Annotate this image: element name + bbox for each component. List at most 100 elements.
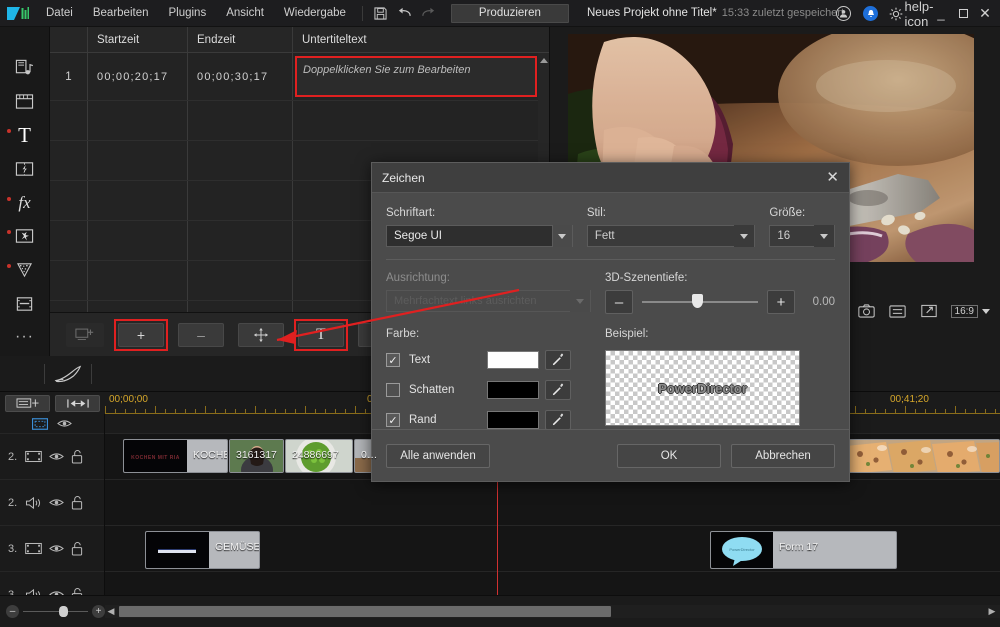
sidebar-item-transition-room[interactable]	[8, 154, 42, 184]
minimize-button[interactable]: _	[930, 0, 952, 27]
account-icon[interactable]	[836, 6, 851, 21]
chevron-down-icon[interactable]	[551, 225, 572, 247]
list-item[interactable]: GEMÜSEFIA	[145, 531, 260, 569]
list-item[interactable]: PowerDirector Form 17	[710, 531, 897, 569]
track-header-audio-2[interactable]: 2.	[0, 480, 104, 526]
ok-button[interactable]: OK	[617, 443, 721, 468]
popout-icon[interactable]	[916, 300, 942, 322]
sample-text: PowerDirector	[658, 380, 747, 396]
sidebar-item-subtitle-room[interactable]	[8, 289, 42, 319]
menu-wiedergabe[interactable]: Wiedergabe	[274, 0, 356, 27]
remove-subtitle-button[interactable]: –	[178, 322, 224, 347]
lane-audio-3[interactable]	[105, 572, 1000, 595]
zoom-slider-track[interactable]	[23, 606, 88, 617]
unlock-icon[interactable]	[71, 541, 83, 556]
sample-preview: PowerDirector	[605, 350, 800, 426]
sidebar-item-text-room[interactable]: T	[6, 120, 42, 150]
character-format-button[interactable]: T	[298, 322, 344, 347]
shadow-color-swatch[interactable]	[487, 381, 539, 399]
zoom-slider-knob[interactable]	[59, 606, 69, 617]
track-header-master[interactable]	[0, 414, 104, 434]
style-label: Stil:	[586, 207, 606, 219]
track-number: 3.	[8, 542, 18, 555]
snap-icon[interactable]	[55, 394, 100, 412]
menu-bearbeiten[interactable]: Bearbeiten	[83, 0, 159, 27]
eye-icon[interactable]	[49, 497, 64, 508]
sidebar-item-more-rooms[interactable]: ···	[8, 322, 42, 352]
text-color-checkbox[interactable]: ✓	[386, 353, 400, 367]
aspect-ratio-selector[interactable]: 16:9	[947, 301, 990, 321]
eyedropper-icon[interactable]	[545, 380, 571, 400]
redo-icon[interactable]	[417, 2, 441, 24]
depth-decrease-button[interactable]: –	[605, 290, 633, 314]
sidebar-item-overlay-room[interactable]	[6, 221, 42, 251]
subtitle-text-editor[interactable]: Doppelklicken Sie zum Bearbeiten	[295, 56, 537, 97]
text-color-swatch[interactable]	[487, 351, 539, 369]
help-icon[interactable]: help-icon	[905, 0, 934, 29]
menu-plugins[interactable]: Plugins	[158, 0, 216, 27]
project-saved-status: 15:33 zuletzt gespeichert.	[721, 7, 848, 19]
unlock-icon[interactable]	[71, 449, 83, 464]
depth-slider-knob[interactable]	[691, 294, 703, 308]
list-item[interactable]	[845, 439, 1000, 473]
eye-icon[interactable]	[57, 418, 72, 429]
zoom-out-button[interactable]: –	[6, 605, 19, 618]
strip-divider-right	[91, 363, 92, 384]
eyedropper-icon[interactable]	[545, 410, 571, 430]
add-subtitle-button[interactable]: +	[118, 322, 164, 347]
border-color-swatch[interactable]	[487, 411, 539, 429]
list-item[interactable]: 24886697	[285, 439, 353, 473]
close-button[interactable]: ✕	[974, 0, 996, 27]
lane-video-3[interactable]: GEMÜSEFIA PowerDirector Form 17	[105, 526, 1000, 572]
chevron-down-icon[interactable]	[734, 225, 755, 247]
zoom-in-button[interactable]: +	[92, 605, 105, 618]
cancel-button[interactable]: Abbrechen	[731, 443, 835, 468]
text-color-label: Text	[409, 354, 431, 366]
sidebar-item-media-room[interactable]	[8, 53, 42, 83]
font-family-select[interactable]: Segoe UI	[386, 225, 573, 247]
border-color-checkbox[interactable]: ✓	[386, 413, 400, 427]
sidebar-item-effect-room[interactable]: fx	[6, 188, 42, 218]
shadow-color-checkbox[interactable]	[386, 383, 400, 397]
unlock-icon[interactable]	[71, 495, 83, 510]
scroll-up-arrow-icon[interactable]	[539, 58, 548, 63]
master-track-icon	[32, 417, 48, 430]
sidebar-item-particle-room[interactable]	[6, 255, 42, 285]
scrollbar-thumb[interactable]	[119, 606, 612, 617]
undo-icon[interactable]	[393, 2, 417, 24]
menu-datei[interactable]: Datei	[36, 0, 83, 27]
apply-all-button[interactable]: Alle anwenden	[386, 443, 490, 468]
track-header-video-2[interactable]: 2.	[0, 434, 104, 480]
brush-icon[interactable]	[45, 356, 91, 392]
row-subtitle-text-cell[interactable]: Doppelklicken Sie zum Bearbeiten	[293, 53, 549, 100]
notification-bell-icon[interactable]	[863, 6, 878, 21]
lane-audio-2[interactable]	[105, 480, 1000, 526]
maximize-button[interactable]	[952, 0, 974, 27]
font-size-select[interactable]: 16	[769, 225, 835, 247]
move-icon[interactable]	[238, 322, 284, 347]
camera-icon[interactable]	[854, 300, 880, 322]
font-style-select[interactable]: Fett	[586, 225, 756, 247]
produce-button[interactable]: Produzieren	[450, 3, 569, 23]
sidebar-item-title-room[interactable]	[8, 87, 42, 117]
timeline-zoom-control[interactable]: – +	[0, 605, 105, 618]
track-manager-icon[interactable]	[5, 394, 50, 412]
eyedropper-icon[interactable]	[545, 350, 571, 370]
save-icon[interactable]	[369, 2, 393, 24]
scroll-left-arrow-icon[interactable]: ◀	[105, 606, 117, 617]
chevron-down-icon[interactable]	[814, 225, 834, 247]
timeline-horizontal-scrollbar[interactable]: ◀ ▶	[105, 605, 1000, 618]
scroll-right-arrow-icon[interactable]: ▶	[986, 606, 998, 617]
close-icon[interactable]: ✕	[826, 170, 839, 185]
list-item[interactable]: KOCHEN MIT RIA KOCHEN MIT M	[123, 439, 228, 473]
character-dialog[interactable]: Zeichen ✕ Schriftart: Segoe UI Stil: Fet…	[371, 162, 850, 482]
eye-icon[interactable]	[49, 543, 64, 554]
track-header-video-3[interactable]: 3.	[0, 526, 104, 572]
list-icon[interactable]	[885, 300, 911, 322]
depth-slider-track[interactable]	[642, 294, 758, 308]
depth-increase-button[interactable]: +	[767, 290, 795, 314]
import-subtitle-icon[interactable]	[66, 322, 104, 347]
menu-ansicht[interactable]: Ansicht	[216, 0, 274, 27]
eye-icon[interactable]	[49, 451, 64, 462]
list-item[interactable]: 3161317	[229, 439, 284, 473]
